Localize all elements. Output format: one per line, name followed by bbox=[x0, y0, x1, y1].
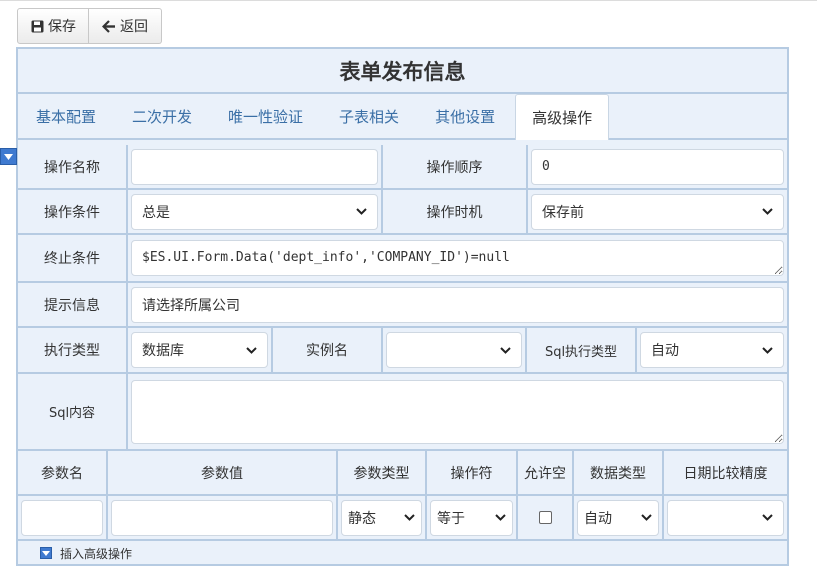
arrow-left-icon bbox=[102, 19, 116, 33]
op-order-label: 操作顺序 bbox=[383, 145, 528, 188]
param-operator-value: 等于 bbox=[437, 510, 465, 527]
chevron-down-icon bbox=[356, 208, 367, 215]
toolbar: 保存 返回 bbox=[17, 8, 162, 44]
allow-null-checkbox[interactable] bbox=[538, 511, 552, 524]
tab-secondary-dev[interactable]: 二次开发 bbox=[116, 94, 208, 138]
operation-form: 操作名称 操作顺序 操作条件 总是 操作时机 保存前 终止条件 $ES.UI. bbox=[18, 145, 787, 541]
chevron-down-icon bbox=[404, 514, 415, 521]
param-type-value: 静态 bbox=[348, 510, 376, 527]
page-title: 表单发布信息 bbox=[18, 49, 787, 94]
param-name-input[interactable] bbox=[21, 499, 103, 536]
tab-uniqueness[interactable]: 唯一性验证 bbox=[212, 94, 319, 138]
param-header-operator: 操作符 bbox=[427, 451, 518, 494]
op-condition-cell: 总是 bbox=[128, 190, 383, 233]
sql-exec-type-select[interactable]: 自动 bbox=[640, 332, 784, 368]
form-row: 提示信息 bbox=[18, 283, 787, 328]
op-order-cell bbox=[528, 145, 787, 188]
save-button[interactable]: 保存 bbox=[17, 8, 89, 44]
sql-content-cell bbox=[128, 374, 787, 449]
op-condition-label: 操作条件 bbox=[18, 190, 128, 233]
param-data-type-select[interactable]: 自动 bbox=[577, 499, 659, 536]
param-date-precision-select[interactable] bbox=[667, 499, 784, 536]
collapse-toggle-icon[interactable] bbox=[0, 148, 17, 165]
param-date-precision-cell bbox=[664, 496, 787, 539]
back-button[interactable]: 返回 bbox=[89, 8, 162, 44]
param-header-type: 参数类型 bbox=[338, 451, 427, 494]
back-button-label: 返回 bbox=[120, 19, 148, 35]
tab-bar: 基本配置 二次开发 唯一性验证 子表相关 其他设置 高级操作 bbox=[18, 94, 787, 140]
expand-icon bbox=[40, 547, 52, 559]
param-operator-select[interactable]: 等于 bbox=[430, 499, 513, 536]
param-header-name: 参数名 bbox=[18, 451, 108, 494]
hint-cell bbox=[128, 283, 787, 326]
insert-advanced-operation[interactable]: 插入高级操作 bbox=[18, 543, 787, 563]
tab-advanced-operation[interactable]: 高级操作 bbox=[515, 94, 610, 140]
chevron-down-icon bbox=[762, 208, 773, 215]
instance-name-cell bbox=[383, 328, 527, 372]
form-row: 操作名称 操作顺序 bbox=[18, 145, 787, 190]
table-row: 静态 等于 自动 bbox=[18, 496, 787, 541]
hint-label: 提示信息 bbox=[18, 283, 128, 326]
param-value-cell bbox=[108, 496, 338, 539]
insert-advanced-operation-label: 插入高级操作 bbox=[60, 546, 133, 561]
chevron-down-icon bbox=[762, 346, 773, 354]
sql-exec-type-label: Sql执行类型 bbox=[527, 328, 637, 372]
op-timing-value: 保存前 bbox=[542, 204, 584, 221]
tab-subtable[interactable]: 子表相关 bbox=[323, 94, 415, 138]
tab-basic-config[interactable]: 基本配置 bbox=[20, 94, 112, 138]
param-data-type-value: 自动 bbox=[584, 510, 612, 527]
param-type-select[interactable]: 静态 bbox=[341, 499, 422, 536]
op-condition-value: 总是 bbox=[142, 204, 170, 221]
top-divider bbox=[0, 0, 817, 1]
op-timing-select[interactable]: 保存前 bbox=[531, 193, 784, 230]
sql-exec-type-cell: 自动 bbox=[637, 328, 787, 372]
param-allow-null-cell bbox=[518, 496, 574, 539]
op-name-label: 操作名称 bbox=[18, 145, 128, 188]
chevron-down-icon bbox=[500, 346, 511, 354]
param-name-cell bbox=[18, 496, 108, 539]
chevron-down-icon bbox=[762, 514, 773, 521]
param-header-date-precision: 日期比较精度 bbox=[664, 451, 787, 494]
instance-name-label: 实例名 bbox=[273, 328, 383, 372]
form-row: Sql内容 bbox=[18, 374, 787, 451]
form-row: 终止条件 $ES.UI.Form.Data('dept_info','COMPA… bbox=[18, 235, 787, 283]
param-data-type-cell: 自动 bbox=[574, 496, 664, 539]
param-table-header: 参数名 参数值 参数类型 操作符 允许空 数据类型 日期比较精度 bbox=[18, 451, 787, 496]
op-name-input[interactable] bbox=[131, 148, 378, 185]
param-type-cell: 静态 bbox=[338, 496, 427, 539]
chevron-down-icon bbox=[641, 514, 652, 521]
floppy-disk-icon bbox=[31, 20, 44, 33]
op-condition-select[interactable]: 总是 bbox=[131, 193, 378, 230]
form-row: 执行类型 数据库 实例名 Sql执行类型 自动 bbox=[18, 328, 787, 374]
chevron-down-icon bbox=[495, 514, 506, 521]
param-header-allow-null: 允许空 bbox=[518, 451, 574, 494]
op-timing-cell: 保存前 bbox=[528, 190, 787, 233]
save-button-label: 保存 bbox=[48, 19, 76, 35]
exec-type-value: 数据库 bbox=[142, 343, 184, 359]
param-value-input[interactable] bbox=[111, 499, 333, 536]
param-header-value: 参数值 bbox=[108, 451, 338, 494]
op-timing-label: 操作时机 bbox=[383, 190, 528, 233]
form-row: 操作条件 总是 操作时机 保存前 bbox=[18, 190, 787, 235]
stop-condition-label: 终止条件 bbox=[18, 235, 128, 281]
exec-type-cell: 数据库 bbox=[128, 328, 273, 372]
param-header-data-type: 数据类型 bbox=[574, 451, 664, 494]
hint-input[interactable] bbox=[131, 286, 784, 323]
chevron-down-icon bbox=[246, 346, 257, 354]
sql-exec-type-value: 自动 bbox=[651, 343, 679, 359]
param-operator-cell: 等于 bbox=[427, 496, 518, 539]
sql-content-textarea[interactable] bbox=[131, 379, 784, 444]
instance-name-select[interactable] bbox=[386, 332, 522, 368]
op-order-input[interactable] bbox=[531, 148, 784, 185]
tab-other-settings[interactable]: 其他设置 bbox=[419, 94, 511, 138]
stop-condition-cell: $ES.UI.Form.Data('dept_info','COMPANY_ID… bbox=[128, 235, 787, 281]
exec-type-select[interactable]: 数据库 bbox=[131, 332, 268, 368]
sql-content-label: Sql内容 bbox=[18, 374, 128, 449]
op-name-cell bbox=[128, 145, 383, 188]
stop-condition-textarea[interactable]: $ES.UI.Form.Data('dept_info','COMPANY_ID… bbox=[131, 240, 784, 276]
exec-type-label: 执行类型 bbox=[18, 328, 128, 372]
